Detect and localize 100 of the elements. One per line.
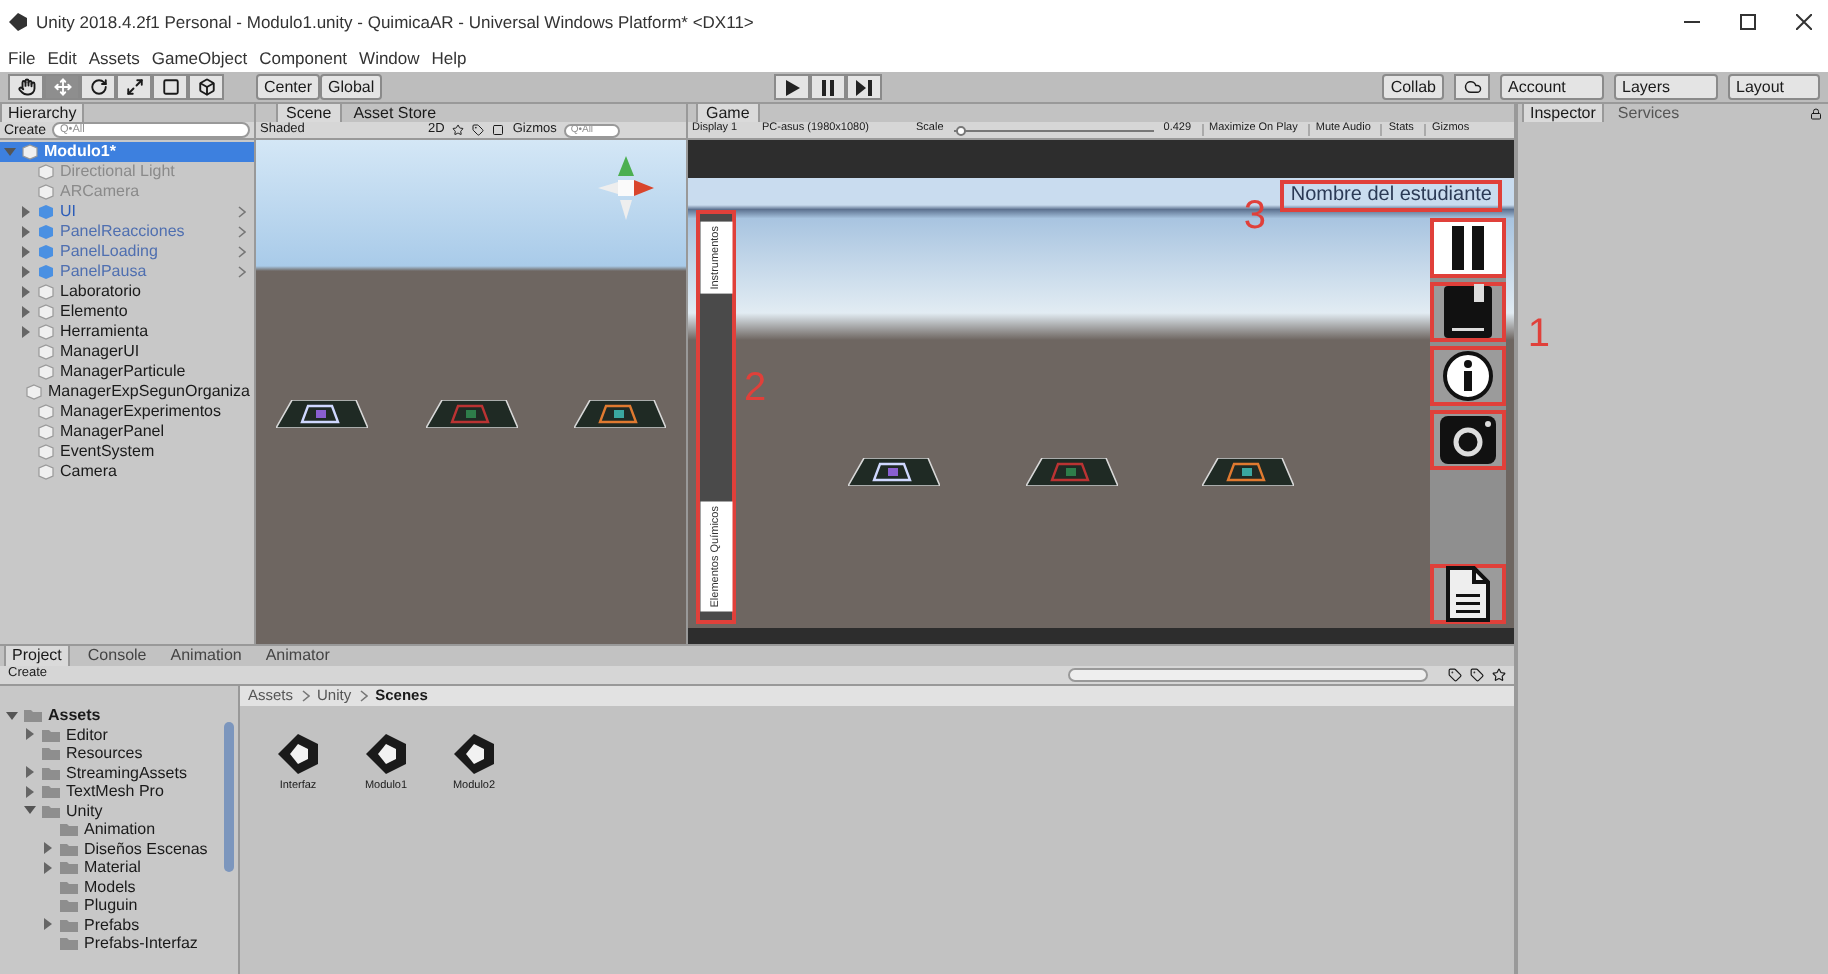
hierarchy-item[interactable]: Camera (0, 462, 254, 482)
folder-item[interactable]: Resources (0, 744, 238, 763)
window-title: Unity 2018.4.2f1 Personal - Modulo1.unity - QuimicaAR - Universal Windows Platform* <DX11> (36, 9, 754, 35)
panel-tab[interactable]: Hierarchy (0, 102, 85, 122)
hierarchy-item[interactable]: Modulo1* (0, 142, 254, 162)
folder-item[interactable]: Assets (0, 706, 238, 725)
folder-item[interactable]: Animation (0, 820, 238, 839)
chevron-icon (301, 690, 310, 702)
folder-item[interactable]: Diseños Escenas (0, 839, 238, 858)
hierarchy-item[interactable]: ManagerExpSegunOrganiza (0, 382, 254, 402)
folder-item[interactable]: TextMesh Pro (0, 782, 238, 801)
panel-tab[interactable]: Asset Store (345, 104, 445, 122)
play-icon (784, 79, 801, 95)
maximize-icon[interactable] (1740, 14, 1756, 30)
collab-button[interactable]: Collab (1382, 74, 1444, 100)
folder-item[interactable]: Unity (0, 801, 238, 820)
hierarchy-item[interactable]: EventSystem (0, 442, 254, 462)
menu-item[interactable]: Window (359, 45, 420, 71)
annotation-number: 1 (1527, 314, 1550, 354)
menu-item[interactable]: Edit (47, 45, 77, 71)
pause-button[interactable] (1430, 218, 1506, 278)
ar-marker-drawing (1202, 458, 1294, 486)
favorites-icon (1492, 668, 1506, 682)
folder-item[interactable]: Editor (0, 725, 238, 744)
search-field[interactable] (1068, 668, 1428, 682)
panel-tab[interactable]: Console (81, 646, 153, 666)
layers-dropdown[interactable]: Layers (1614, 74, 1718, 100)
space-button[interactable]: Global (320, 74, 383, 100)
play-button[interactable] (774, 74, 811, 100)
panel-tab[interactable]: Animation (164, 646, 248, 666)
pause-icon (1446, 224, 1490, 272)
step-icon (856, 79, 873, 95)
ar-marker-drawing (425, 400, 517, 428)
transform-tool-icon[interactable] (188, 74, 224, 100)
menu-item[interactable]: GameObject (151, 45, 248, 71)
chevron-icon (359, 690, 368, 702)
panel-tab[interactable]: Animator (259, 646, 336, 666)
menu-item[interactable]: Help (431, 45, 467, 71)
scrollbar-thumb[interactable] (224, 722, 234, 872)
menu-item[interactable]: Assets (88, 45, 140, 71)
folder-item[interactable]: Prefabs (0, 915, 238, 934)
ar-marker-drawing (848, 458, 940, 486)
student-name-label: Nombre del estudiante (1280, 180, 1502, 212)
hierarchy-item[interactable]: UI (0, 202, 254, 222)
folder-item[interactable]: Models (0, 877, 238, 896)
camera-icon (1438, 414, 1498, 466)
gameobject-icon (22, 144, 38, 160)
annotation-number: 2 (744, 368, 767, 408)
ar-marker-drawing (1025, 458, 1117, 486)
folder-item[interactable]: Pluguin (0, 896, 238, 915)
annotation-number: 3 (1243, 196, 1266, 236)
unity-scene-icon (362, 730, 410, 778)
scale-slider[interactable] (953, 125, 1154, 135)
expand-arrow-icon[interactable] (42, 918, 54, 931)
slider-thumb[interactable] (955, 125, 966, 135)
rect-tool-icon[interactable] (152, 74, 188, 100)
lock-icon (1810, 108, 1822, 120)
hierarchy-item[interactable]: ManagerUI (0, 342, 254, 362)
folder-item[interactable]: Prefabs-Interfaz (0, 934, 238, 953)
menu-item[interactable]: Component (259, 45, 348, 71)
hierarchy-item[interactable]: ManagerExperimentos (0, 402, 254, 422)
info-icon (1442, 350, 1494, 402)
ar-marker-drawing (574, 400, 666, 428)
book-icon (1442, 284, 1494, 340)
hierarchy-item[interactable]: Laboratorio (0, 282, 254, 302)
layout-dropdown[interactable]: Layout (1728, 74, 1820, 100)
unity-scene-icon (450, 730, 498, 778)
step-button[interactable] (846, 74, 883, 100)
folder-item[interactable]: StreamingAssets (0, 763, 238, 782)
panel-tab[interactable]: Project (4, 644, 70, 666)
hierarchy-item[interactable]: ManagerPanel (0, 422, 254, 442)
rotate-tool-icon[interactable] (80, 74, 116, 100)
pause-icon (820, 79, 837, 95)
document-button[interactable] (1430, 564, 1506, 624)
hierarchy-item[interactable]: Herramienta (0, 322, 254, 342)
hierarchy-item[interactable]: Elemento (0, 302, 254, 322)
unity-scene-icon (274, 730, 322, 778)
account-dropdown[interactable]: Account (1500, 74, 1604, 100)
hierarchy-item[interactable]: ManagerParticule (0, 362, 254, 382)
close-icon[interactable] (1796, 14, 1812, 30)
ar-marker-drawing (276, 400, 368, 428)
hand-tool-icon[interactable] (8, 74, 44, 100)
pivot-button[interactable]: Center (256, 74, 321, 100)
document-icon (1444, 566, 1492, 622)
expand-arrow-icon[interactable] (4, 146, 16, 158)
panel-tab[interactable]: Services (1611, 104, 1686, 122)
pause-button[interactable] (810, 74, 847, 100)
book-button[interactable] (1430, 282, 1506, 342)
panel-tab[interactable]: Scene (276, 102, 342, 122)
cloud-button[interactable] (1454, 74, 1490, 100)
info-button[interactable] (1430, 346, 1506, 406)
scale-tool-icon[interactable] (116, 74, 152, 100)
axis-gizmo-drawing (594, 152, 658, 224)
folder-item[interactable]: Material (0, 858, 238, 877)
panel-tab[interactable]: Inspector (1522, 102, 1604, 122)
camera-button[interactable] (1430, 410, 1506, 470)
panel-tab[interactable]: Game (696, 102, 760, 122)
menu-item[interactable]: File (8, 45, 36, 71)
unity-logo-icon (8, 12, 28, 32)
cloud-icon (1463, 78, 1481, 96)
